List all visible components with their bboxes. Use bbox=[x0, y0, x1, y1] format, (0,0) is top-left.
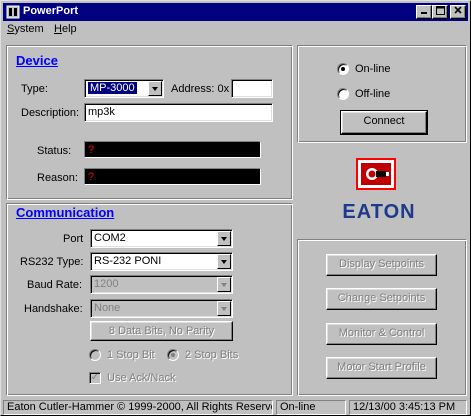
status-state: On-line bbox=[276, 400, 346, 415]
description-input[interactable]: mp3k bbox=[84, 103, 273, 122]
app-icon bbox=[6, 5, 20, 19]
status-copyright: Eaton Cutler-Hammer © 1999-2000, All Rig… bbox=[3, 400, 273, 415]
maximize-icon bbox=[435, 6, 445, 15]
type-label: Type: bbox=[21, 83, 48, 95]
eaton-logo: EATON bbox=[339, 200, 419, 228]
databits-button[interactable]: 8 Data Bits, No Parity bbox=[90, 321, 233, 341]
online-radio[interactable] bbox=[337, 63, 349, 75]
communication-title: Communication bbox=[16, 205, 115, 220]
status-display: ? bbox=[84, 141, 261, 158]
reason-display: ? bbox=[84, 168, 261, 185]
port-value: COM2 bbox=[94, 232, 126, 244]
address-label: Address: 0x bbox=[171, 83, 230, 95]
stop1-radio[interactable] bbox=[89, 349, 101, 361]
baud-select[interactable]: 1200 bbox=[90, 275, 233, 294]
menu-system-rest: ystem bbox=[14, 23, 44, 35]
port-select[interactable]: COM2 bbox=[90, 229, 233, 248]
maximize-button[interactable] bbox=[432, 5, 448, 19]
rs232-value: RS-232 PONI bbox=[94, 255, 162, 267]
stop2-radio[interactable] bbox=[167, 349, 179, 361]
check-icon: ✓ bbox=[90, 372, 100, 383]
device-title: Device bbox=[16, 53, 58, 68]
menu-system[interactable]: System bbox=[7, 23, 44, 35]
window-title: PowerPort bbox=[23, 5, 79, 17]
port-label: Port bbox=[63, 233, 84, 245]
motor-start-button[interactable]: Motor Start Profile bbox=[326, 357, 437, 379]
reason-label: Reason: bbox=[37, 172, 78, 184]
address-input[interactable] bbox=[231, 79, 273, 98]
stop1-label[interactable]: 1 Stop Bit bbox=[107, 349, 155, 361]
status-datetime: 12/13/00 3:45:13 PM bbox=[349, 400, 467, 415]
ack-checkbox[interactable]: ✓ bbox=[89, 372, 101, 384]
description-label: Description: bbox=[21, 107, 80, 119]
handshake-value: None bbox=[94, 302, 121, 314]
chevron-down-icon[interactable] bbox=[148, 81, 162, 96]
close-icon bbox=[454, 6, 462, 14]
menu-help-rest: elp bbox=[61, 23, 77, 35]
status-label: Status: bbox=[37, 145, 72, 157]
baud-label: Baud Rate: bbox=[27, 279, 83, 291]
chevron-down-icon[interactable] bbox=[217, 277, 231, 292]
connect-button[interactable]: Connect bbox=[340, 110, 428, 135]
display-setpoints-button[interactable]: Display Setpoints bbox=[326, 254, 437, 276]
menu-help[interactable]: Help bbox=[54, 23, 77, 35]
ack-label[interactable]: Use Ack/Nack bbox=[107, 372, 175, 384]
rs232-label: RS232 Type: bbox=[20, 256, 84, 268]
close-button[interactable] bbox=[450, 5, 466, 19]
minimize-icon bbox=[421, 12, 427, 14]
type-value: MP-3000 bbox=[88, 82, 137, 94]
minimize-button[interactable] bbox=[416, 5, 432, 19]
rs232-select[interactable]: RS-232 PONI bbox=[90, 252, 233, 271]
handshake-label: Handshake: bbox=[24, 303, 83, 315]
title-bar[interactable]: PowerPort bbox=[3, 3, 468, 21]
handshake-select[interactable]: None bbox=[90, 299, 233, 318]
eaton-wordmark: EATON bbox=[342, 201, 415, 223]
offline-label[interactable]: Off-line bbox=[355, 88, 390, 100]
chevron-down-icon[interactable] bbox=[217, 254, 231, 269]
online-label[interactable]: On-line bbox=[355, 63, 390, 75]
offline-radio[interactable] bbox=[337, 88, 349, 100]
monitor-control-button[interactable]: Monitor & Control bbox=[326, 323, 437, 345]
status-bar: Eaton Cutler-Hammer © 1999-2000, All Rig… bbox=[3, 399, 468, 415]
plug-logo-icon bbox=[356, 158, 396, 190]
chevron-down-icon[interactable] bbox=[217, 231, 231, 246]
main-window: PowerPort System Help Device Type: MP-30… bbox=[0, 0, 471, 416]
eaton-text: EATON bbox=[343, 201, 415, 222]
change-setpoints-button[interactable]: Change Setpoints bbox=[326, 288, 437, 310]
type-select[interactable]: MP-3000 bbox=[84, 79, 164, 98]
baud-value: 1200 bbox=[94, 278, 119, 290]
plug-icon bbox=[361, 163, 391, 185]
menu-bar: System Help bbox=[3, 22, 468, 38]
stop2-label[interactable]: 2 Stop Bits bbox=[185, 349, 238, 361]
chevron-down-icon[interactable] bbox=[217, 301, 231, 316]
